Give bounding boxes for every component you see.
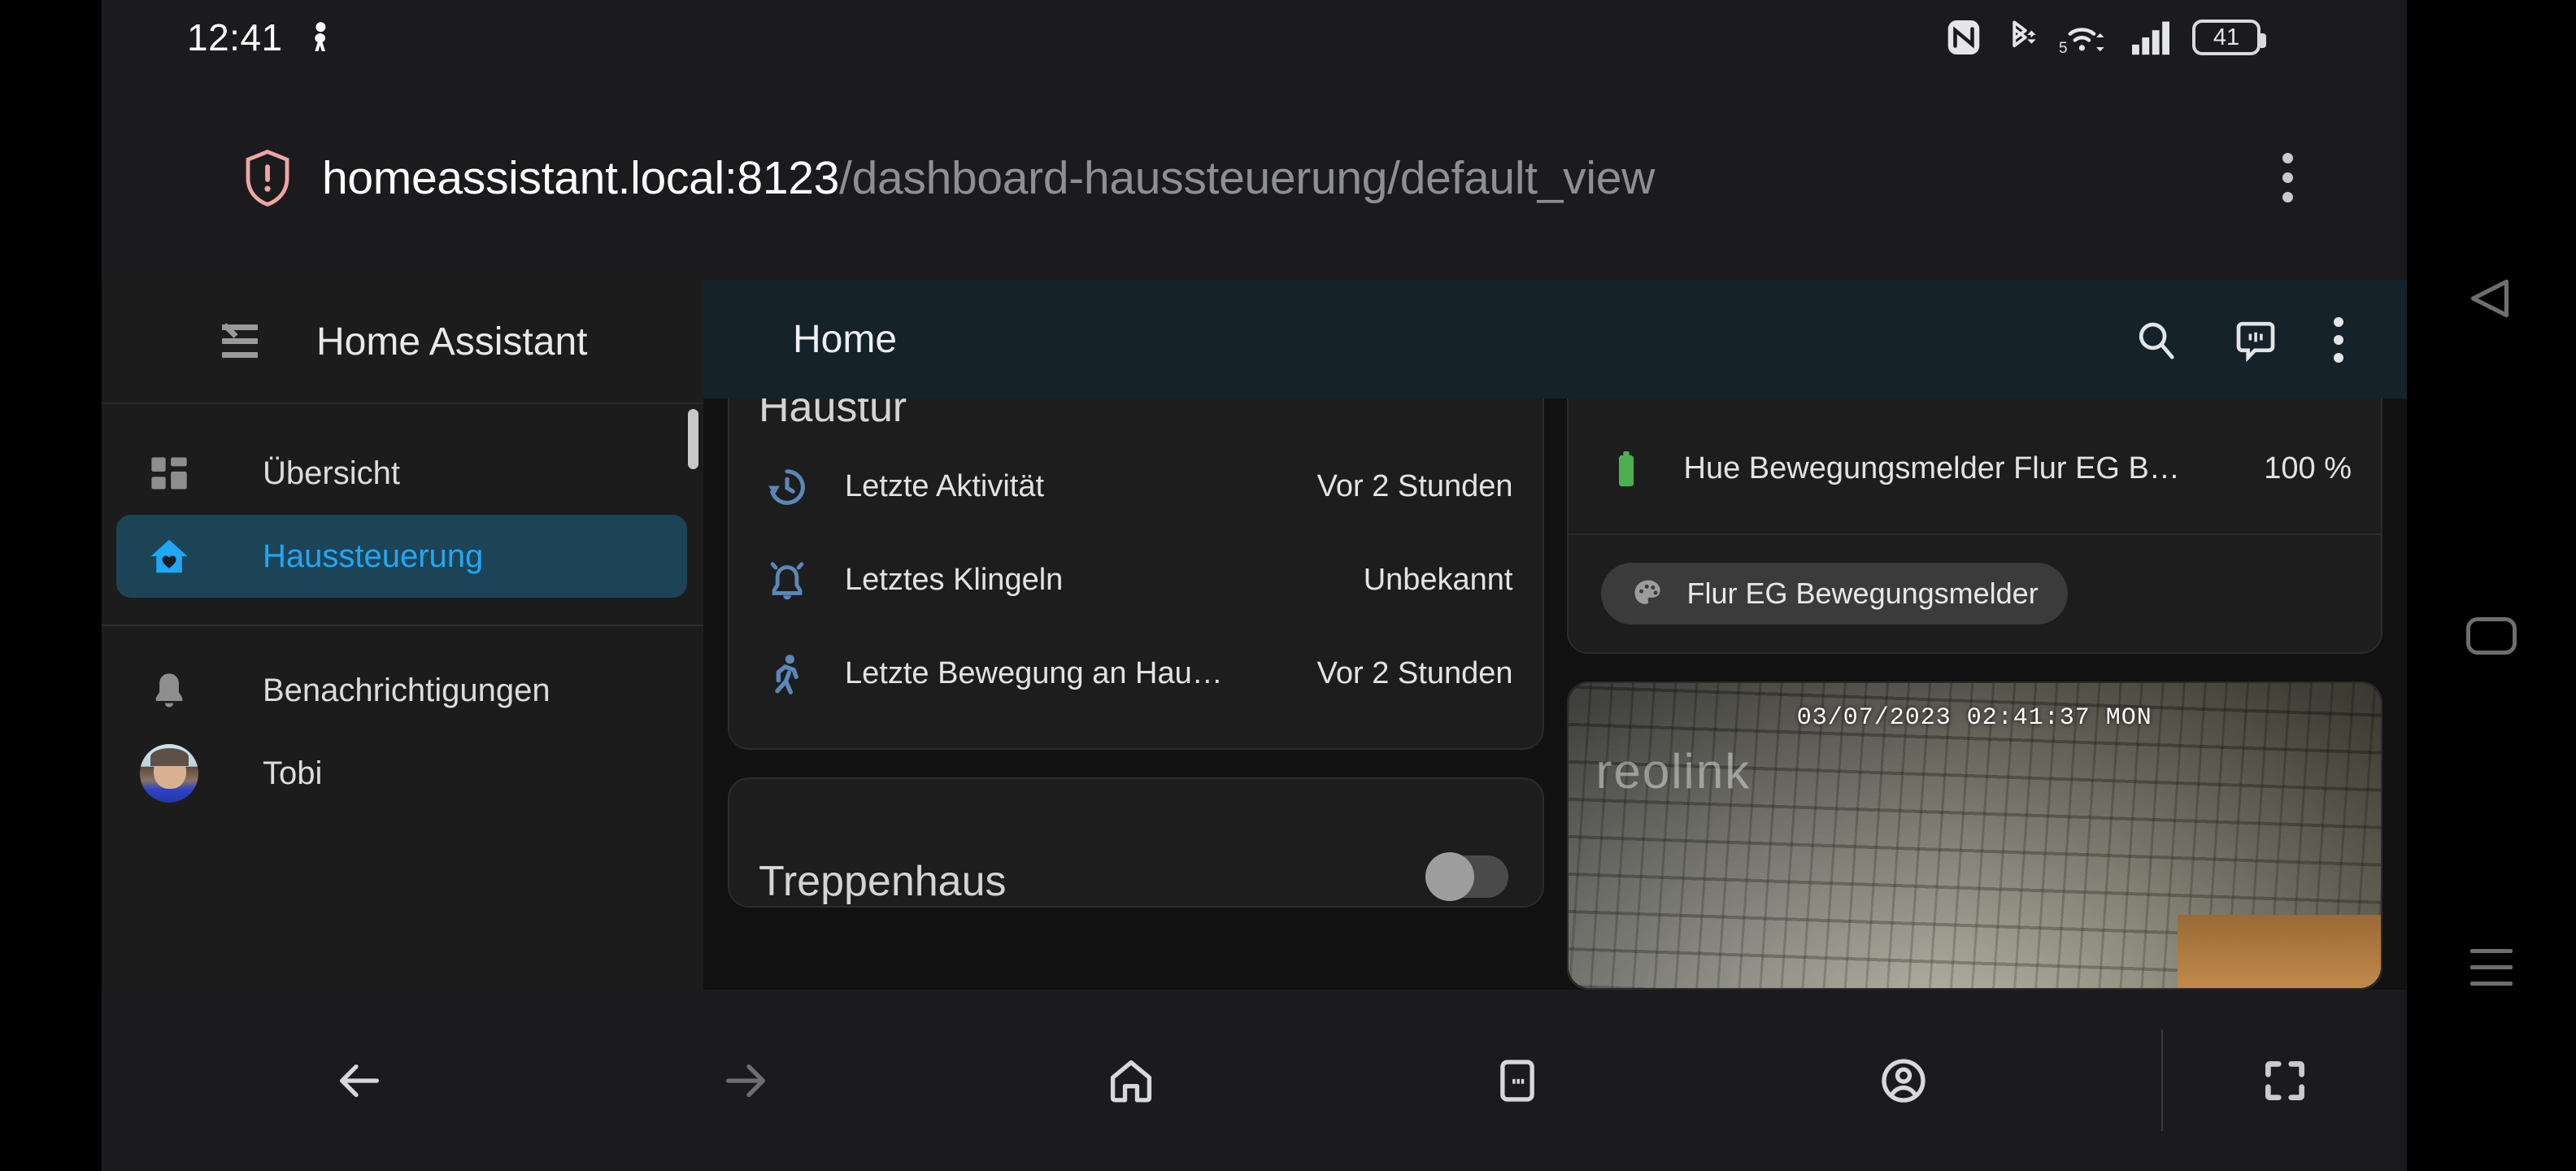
camera-timestamp: 03/07/2023 02:41:37 MON [1797, 704, 2152, 732]
sidebar-item-label: Haussteuerung [263, 538, 483, 575]
status-bar-right: 5 41 [1947, 19, 2261, 56]
warning-shield-icon[interactable] [244, 149, 291, 207]
home-heart-icon [146, 533, 193, 580]
treppenhaus-toggle[interactable] [1425, 855, 1508, 898]
dashboard-column-right: Temperatur 23,1 °C Hue [1567, 309, 2383, 990]
home-icon[interactable] [1105, 1055, 1157, 1107]
wifi-5ghz-icon: 5 [2059, 19, 2109, 56]
browser-bottom-bar [102, 990, 2407, 1171]
camera-watermark: reolink [1596, 743, 1751, 799]
sidebar-item-label: Übersicht [263, 455, 400, 492]
battery-percent: 41 [2213, 26, 2239, 50]
arrow-left-icon[interactable] [333, 1055, 385, 1107]
arrow-right-icon[interactable] [720, 1055, 772, 1107]
table-row[interactable]: Letzte Aktivität Vor 2 Stunden [759, 440, 1513, 533]
history-clock-icon [759, 464, 816, 511]
sidebar-item-user[interactable]: Tobi [116, 732, 687, 815]
url-host: homeassistant.local:8123 [322, 152, 839, 204]
sidebar-item-haussteuerung[interactable]: Haussteuerung [116, 515, 687, 598]
triangle-back-icon[interactable] [2465, 275, 2517, 322]
entity-value: 100 % [2243, 451, 2352, 486]
palette-icon [1630, 576, 1666, 612]
bluetooth-icon [2002, 19, 2038, 56]
overflow-menu-button[interactable] [2334, 317, 2343, 363]
entity-name: Hue Bewegungsmelder Flur EG B… [1684, 451, 2180, 486]
status-clock: 12:41 [187, 15, 283, 59]
chips-bar: Flur EG Bewegungsmelder [1569, 533, 2382, 652]
svg-text:5: 5 [2059, 40, 2068, 56]
entity-value: Vor 2 Stunden [1296, 469, 1513, 504]
browser-nav-items [102, 1055, 2161, 1107]
url-text[interactable]: homeassistant.local:8123/dashboard-hauss… [322, 151, 1655, 205]
sidebar-item-label: Tobi [263, 755, 322, 792]
table-row[interactable]: Hue Bewegungsmelder Flur EG B… 100 % [1598, 422, 2352, 516]
sidebar-scrollbar[interactable] [688, 409, 698, 469]
magnify-icon[interactable] [2134, 318, 2178, 362]
location-sharing-icon [306, 21, 333, 54]
sidebar-nav-list: Übersicht Haussteuerung [102, 404, 703, 598]
sidebar-item-label: Benachrichtigungen [263, 673, 550, 709]
lines-recents-icon[interactable] [2470, 949, 2513, 986]
card-haustuer[interactable]: Haustür Letzte Aktiv [728, 354, 1544, 750]
avatar [146, 750, 193, 797]
sidebar-bottom-list: Benachrichtigungen Tobi [102, 626, 703, 815]
url-path: /dashboard-haussteuerung/default_view [839, 152, 1655, 204]
camera-feed[interactable]: reolink 03/07/2023 02:41:37 MON [1569, 683, 2382, 988]
dashboard-column-left: Haustür Letzte Aktiv [728, 354, 1544, 990]
browser-menu-button[interactable] [2282, 153, 2293, 202]
entity-name: Letzte Aktivität [845, 469, 1044, 504]
entity-name: Letztes Klingeln [845, 563, 1063, 598]
ha-app-bar: Home [703, 281, 2407, 398]
entity-rows: Letzte Aktivität Vor 2 Stunden [729, 432, 1543, 748]
rounded-square-home-icon[interactable] [2466, 617, 2517, 655]
table-row[interactable]: Letzte Bewegung an Hau… Vor 2 Stunden [759, 627, 1513, 720]
account-circle-icon[interactable] [1878, 1055, 1930, 1107]
fullscreen-button[interactable] [2163, 1056, 2407, 1106]
status-bar: 12:41 5 [102, 0, 2407, 75]
nfc-icon [1947, 19, 1981, 56]
dashboard-content: Haustür Letzte Aktiv [703, 398, 2407, 990]
battery-indicator: 41 [2192, 20, 2261, 55]
card-title: Treppenhaus [729, 829, 1007, 906]
card-camera[interactable]: reolink 03/07/2023 02:41:37 MON [1567, 681, 2383, 990]
ha-sidebar: Home Assistant Übersicht [102, 281, 703, 990]
battery-full-icon [1598, 447, 1655, 491]
card-treppenhaus[interactable]: Treppenhaus [728, 777, 1544, 908]
android-navigation-bar [2407, 0, 2576, 1171]
sidebar-item-benachrichtigungen[interactable]: Benachrichtigungen [116, 649, 687, 732]
doorbell-icon [759, 557, 816, 604]
bell-icon [146, 667, 193, 714]
ha-main-panel: Home [703, 281, 2407, 990]
status-bar-left: 12:41 [187, 15, 333, 59]
entity-name: Letzte Bewegung an Hau… [845, 656, 1223, 691]
toggle-knob [1425, 852, 1474, 901]
cellular-signal-icon [2130, 19, 2171, 56]
table-row[interactable]: Letztes Klingeln Unbekannt [759, 533, 1513, 627]
sidebar-title: Home Assistant [316, 320, 587, 364]
menu-collapse-icon[interactable] [222, 323, 272, 360]
tabs-icon[interactable] [1491, 1055, 1543, 1107]
sidebar-item-uebersicht[interactable]: Übersicht [116, 432, 687, 515]
fullscreen-icon [2260, 1056, 2310, 1106]
sidebar-header: Home Assistant [102, 281, 703, 404]
phone-screen: 12:41 5 [102, 0, 2407, 1171]
chip-label: Flur EG Bewegungsmelder [1687, 577, 2039, 611]
entity-value: Unbekannt [1342, 563, 1513, 598]
chip-flur-eg-bewegungsmelder[interactable]: Flur EG Bewegungsmelder [1601, 563, 2068, 625]
entity-value: Vor 2 Stunden [1296, 656, 1513, 691]
page-title: Home [793, 317, 897, 362]
browser-address-bar[interactable]: homeassistant.local:8123/dashboard-hauss… [102, 75, 2407, 281]
web-viewport: Home Assistant Übersicht [102, 281, 2407, 990]
motion-run-icon [759, 651, 816, 698]
view-dashboard-icon [146, 450, 193, 497]
app-bar-actions [2134, 317, 2343, 363]
assist-conversation-icon[interactable] [2233, 317, 2278, 363]
